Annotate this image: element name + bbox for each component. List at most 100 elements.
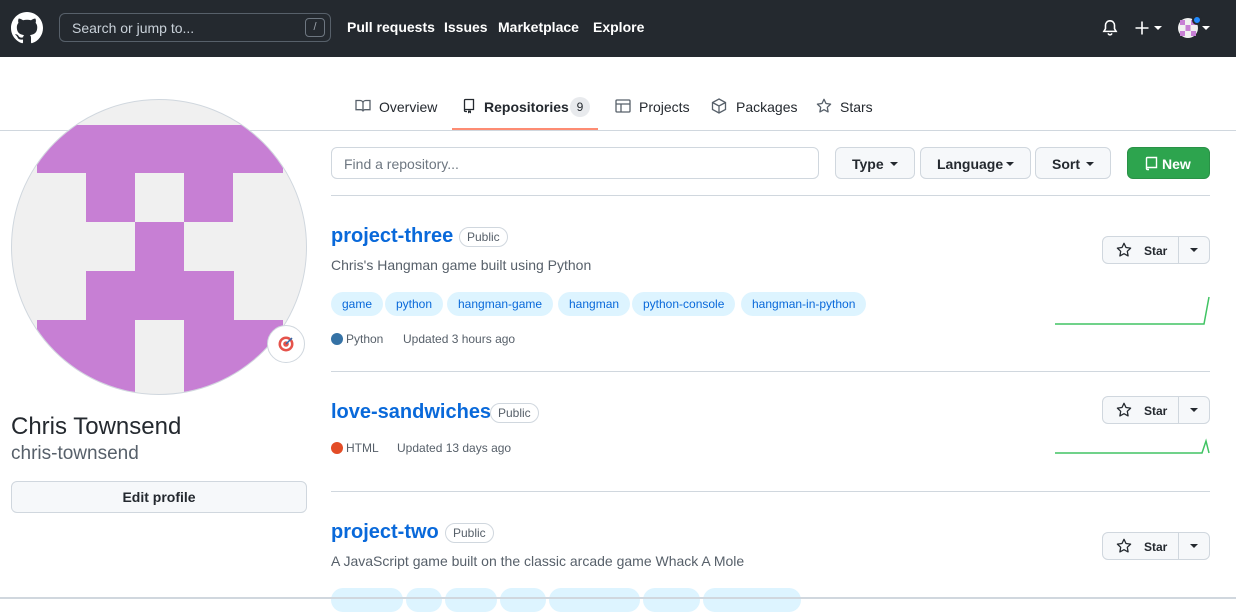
repo-description: Chris's Hangman game built using Python	[331, 257, 592, 273]
dart-target-icon	[278, 336, 294, 352]
topic-tag[interactable]: python	[385, 292, 444, 316]
global-header: Search or jump to... / Pull requests Iss…	[0, 0, 1236, 57]
topic-tag[interactable]: hangman-in-python	[741, 292, 867, 316]
chevron-down-icon	[1190, 248, 1198, 252]
tab-stars[interactable]: Stars	[816, 97, 876, 117]
star-button-group: Star	[1102, 396, 1210, 424]
topic-tag-partial[interactable]	[445, 588, 497, 612]
list-divider	[331, 491, 1210, 492]
repo-updated: Updated 13 days ago	[397, 441, 512, 455]
star-list-dropdown[interactable]	[1179, 237, 1209, 263]
repo-description: A JavaScript game built on the classic a…	[331, 553, 745, 569]
tab-label: Overview	[379, 99, 438, 115]
star-icon	[1116, 242, 1132, 257]
star-icon	[816, 98, 832, 113]
topic-tag-partial[interactable]	[643, 588, 700, 612]
search-shortcut-key: /	[305, 18, 325, 37]
chevron-down-icon	[1086, 162, 1094, 166]
nav-explore[interactable]: Explore	[593, 19, 644, 35]
profile-full-name: Chris Townsend	[11, 413, 182, 440]
tab-label: Packages	[736, 99, 798, 115]
tab-label: Stars	[840, 99, 873, 115]
sort-filter-button[interactable]: Sort	[1035, 147, 1111, 179]
repo-name-link[interactable]: project-two	[331, 521, 439, 544]
type-filter-label: Type	[852, 156, 884, 172]
star-button-group: Star	[1102, 532, 1210, 560]
repo-icon	[1145, 156, 1158, 171]
topic-tag-partial[interactable]	[549, 588, 640, 612]
sort-filter-label: Sort	[1052, 156, 1080, 172]
nav-issues[interactable]: Issues	[444, 19, 488, 35]
star-list-dropdown[interactable]	[1179, 397, 1209, 423]
repo-language: Python	[346, 332, 384, 346]
repo-name-link[interactable]: love-sandwiches	[331, 401, 491, 424]
find-placeholder: Find a repository...	[344, 156, 459, 172]
chevron-down-icon	[1190, 544, 1198, 548]
star-list-dropdown[interactable]	[1179, 533, 1209, 559]
profile-username: chris-townsend	[11, 443, 139, 464]
plus-icon[interactable]	[1134, 20, 1150, 36]
plus-caret-icon[interactable]	[1154, 26, 1162, 30]
book-icon	[355, 99, 371, 112]
tab-label: Repositories	[484, 99, 569, 115]
search-placeholder: Search or jump to...	[72, 20, 195, 36]
visibility-badge: Public	[490, 403, 539, 423]
star-icon	[1116, 538, 1132, 553]
topic-tag-partial[interactable]	[500, 588, 546, 612]
find-repository-input[interactable]: Find a repository...	[331, 147, 819, 179]
star-button[interactable]: Star	[1103, 397, 1179, 423]
bell-icon[interactable]	[1101, 19, 1119, 37]
activity-sparkline	[1055, 296, 1210, 325]
list-divider	[331, 195, 1210, 196]
table-icon	[615, 99, 631, 113]
chevron-down-icon	[890, 162, 898, 166]
repo-language: HTML	[346, 441, 379, 455]
tab-projects[interactable]: Projects	[615, 97, 695, 117]
star-icon	[1116, 402, 1132, 417]
nav-pull-requests[interactable]: Pull requests	[347, 19, 435, 35]
language-color-dot	[331, 333, 343, 345]
topic-tag[interactable]: python-console	[632, 292, 736, 316]
star-button[interactable]: Star	[1103, 533, 1179, 559]
star-label: Star	[1144, 540, 1168, 554]
topic-tag[interactable]: hangman-game	[447, 292, 554, 316]
tab-overview[interactable]: Overview	[355, 97, 445, 117]
list-divider	[331, 371, 1210, 372]
language-color-dot	[331, 442, 343, 454]
repo-count-badge: 9	[570, 97, 590, 117]
star-label: Star	[1144, 244, 1168, 258]
language-filter-button[interactable]: Language	[920, 147, 1031, 179]
set-status-button[interactable]	[267, 325, 305, 363]
edit-profile-button[interactable]: Edit profile	[11, 481, 307, 513]
new-repository-button[interactable]: New	[1127, 147, 1210, 179]
topic-tag-partial[interactable]	[406, 588, 442, 612]
nav-marketplace[interactable]: Marketplace	[498, 19, 579, 35]
tab-label: Projects	[639, 99, 690, 115]
star-label: Star	[1144, 404, 1168, 418]
visibility-badge: Public	[445, 523, 494, 543]
visibility-badge: Public	[459, 227, 508, 247]
star-button-group: Star	[1102, 236, 1210, 264]
activity-sparkline	[1055, 438, 1210, 454]
chevron-down-icon	[1190, 408, 1198, 412]
github-logo-icon[interactable]	[11, 12, 43, 44]
avatar-caret-icon[interactable]	[1202, 26, 1210, 30]
topic-tag[interactable]: game	[331, 292, 384, 316]
profile-avatar[interactable]	[11, 99, 307, 395]
new-button-label: New	[1162, 156, 1191, 172]
star-button[interactable]: Star	[1103, 237, 1179, 263]
topic-tag[interactable]: hangman	[558, 292, 631, 316]
topic-tag-partial[interactable]	[331, 588, 403, 612]
package-icon	[711, 98, 727, 114]
tab-repositories[interactable]: Repositories 9	[461, 97, 601, 117]
type-filter-button[interactable]: Type	[835, 147, 915, 179]
tab-packages[interactable]: Packages	[711, 97, 801, 117]
notification-dot	[1192, 15, 1202, 25]
language-filter-label: Language	[937, 156, 1004, 172]
chevron-down-icon	[1006, 162, 1014, 166]
repo-name-link[interactable]: project-three	[331, 225, 453, 248]
repo-updated: Updated 3 hours ago	[403, 332, 516, 346]
topic-tag-partial[interactable]	[703, 588, 801, 612]
global-search-input[interactable]: Search or jump to... /	[59, 13, 331, 42]
repo-icon	[463, 98, 475, 114]
